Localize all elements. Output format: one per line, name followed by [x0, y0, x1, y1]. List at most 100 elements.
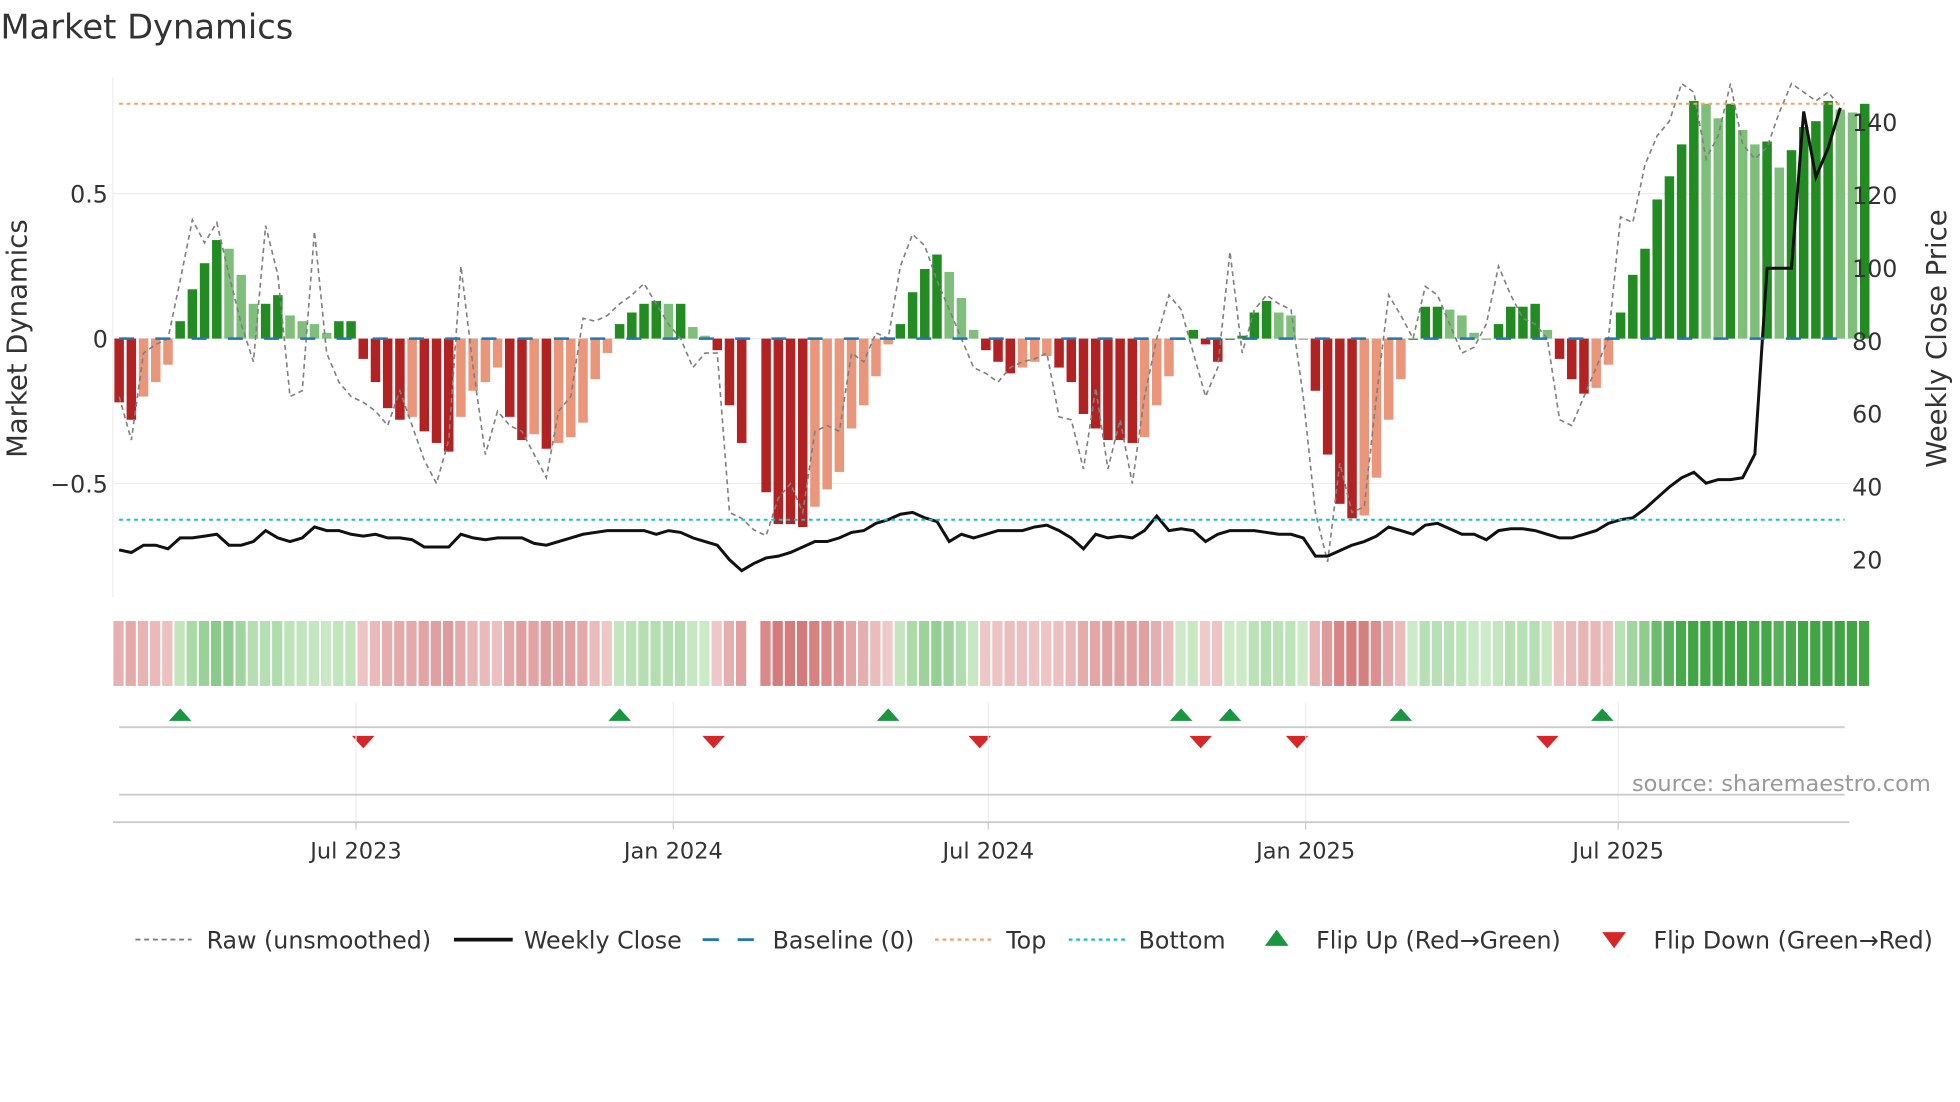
- y-tick-label: 0: [93, 325, 108, 353]
- y-tick-label: 0.5: [70, 180, 108, 208]
- bar: [639, 303, 649, 339]
- heatmap-cell: [1358, 620, 1369, 686]
- bar: [1713, 118, 1724, 339]
- heatmap-cell: [272, 620, 283, 686]
- heatmap-cell: [1810, 620, 1821, 686]
- lines: [118, 82, 1842, 573]
- heatmap-cell: [369, 620, 380, 686]
- bar: [1676, 144, 1687, 339]
- heatmap-cell: [467, 620, 478, 686]
- heatmap-cell: [235, 620, 246, 686]
- bar: [1261, 300, 1272, 339]
- heatmap-cell: [1089, 620, 1101, 686]
- y2-tick-label: 20: [1852, 547, 1882, 575]
- bar: [1689, 100, 1699, 339]
- bar: [688, 327, 698, 339]
- bar: [822, 338, 832, 490]
- bar: [920, 269, 930, 339]
- x-tick-label: Jan 2024: [622, 838, 723, 864]
- heatmap-cell: [504, 620, 515, 686]
- heatmap-cell: [406, 620, 417, 686]
- heatmap-cell: [1126, 620, 1137, 686]
- heatmap-cell: [1382, 620, 1394, 686]
- heatmap-cell: [1273, 620, 1284, 686]
- bar: [907, 292, 918, 339]
- heatmap-cell: [1077, 620, 1088, 686]
- heatmap-cell: [308, 620, 319, 686]
- bar: [151, 338, 161, 383]
- axes: 0.5 0 −0.5 140 120 100 80 60 40 20 Jul 2023 Jan 202…: [50, 77, 1897, 864]
- heatmap-cell: [931, 620, 942, 686]
- y-axis-label: Market Dynamics: [2, 219, 34, 458]
- heatmap-cell: [552, 620, 564, 686]
- heatmap-cell: [565, 620, 576, 686]
- bar: [1359, 338, 1369, 516]
- legend-label-flipdown: Flip Down (Green→Red): [1653, 926, 1932, 954]
- y2-tick-label: 120: [1852, 182, 1897, 210]
- heatmap-cell: [259, 620, 271, 686]
- heatmap-cell: [479, 620, 490, 686]
- bar: [1115, 338, 1125, 441]
- bar: [395, 338, 405, 420]
- heatmap-cell: [760, 620, 771, 686]
- flip-up-marker: [1218, 708, 1242, 721]
- bar: [614, 324, 625, 339]
- bar: [212, 240, 222, 339]
- bar: [346, 321, 356, 339]
- bar: [968, 329, 979, 339]
- heatmap-cell: [516, 620, 527, 686]
- bar: [236, 274, 246, 339]
- heatmap-cell: [1053, 620, 1064, 686]
- heatmap-cell: [150, 620, 161, 686]
- bar: [1298, 338, 1308, 340]
- bar: [1042, 338, 1052, 356]
- regime-heatmap: [113, 620, 1870, 686]
- bar: [1274, 312, 1284, 339]
- heatmap-cell: [1773, 620, 1784, 686]
- bar: [1066, 338, 1077, 383]
- heatmap-cell: [1285, 620, 1296, 686]
- bar: [1078, 338, 1089, 414]
- heatmap-cell: [528, 620, 539, 686]
- bar: [1530, 303, 1540, 339]
- heatmap-cell: [1541, 620, 1552, 686]
- bar: [1054, 338, 1064, 368]
- heatmap-cell: [125, 620, 136, 686]
- bar: [370, 338, 381, 383]
- heatmap-cell: [1065, 620, 1076, 686]
- bar: [1652, 199, 1662, 339]
- legend: Raw (unsmoothed) Weekly Close Baseline (0)…: [135, 926, 1933, 954]
- flip-down-marker: [1536, 735, 1559, 749]
- heatmap-cell: [247, 620, 258, 686]
- bar: [1151, 338, 1162, 406]
- bar: [529, 338, 539, 435]
- heatmap-cell: [1334, 620, 1345, 686]
- heatmap-cell: [442, 620, 454, 686]
- bar: [651, 300, 661, 339]
- heatmap-cell: [1602, 620, 1613, 686]
- heatmap-cell: [845, 620, 857, 686]
- bar: [480, 338, 491, 383]
- heatmap-cell: [357, 620, 368, 686]
- bar: [761, 338, 771, 493]
- heatmap-cell: [699, 620, 710, 686]
- heatmap-cell: [430, 620, 442, 686]
- heatmap-cell: [198, 620, 210, 686]
- bar: [590, 338, 600, 380]
- heatmap-cell: [1346, 620, 1357, 686]
- heatmap-cell: [1212, 620, 1223, 686]
- bar: [578, 338, 588, 423]
- bar: [675, 303, 686, 339]
- heatmap-cell: [577, 620, 588, 686]
- bar: [859, 338, 869, 406]
- flip-up-marker: [1169, 708, 1193, 721]
- bar: [334, 321, 344, 339]
- x-tick-label: Jul 2025: [1570, 838, 1663, 864]
- heatmap-cell: [674, 620, 686, 686]
- bar: [1383, 338, 1394, 420]
- heatmap-cell: [394, 620, 405, 686]
- flip-down-marker: [968, 735, 991, 749]
- bar: [1371, 338, 1382, 478]
- bar: [175, 321, 185, 339]
- x-tick-label: Jan 2025: [1254, 838, 1355, 864]
